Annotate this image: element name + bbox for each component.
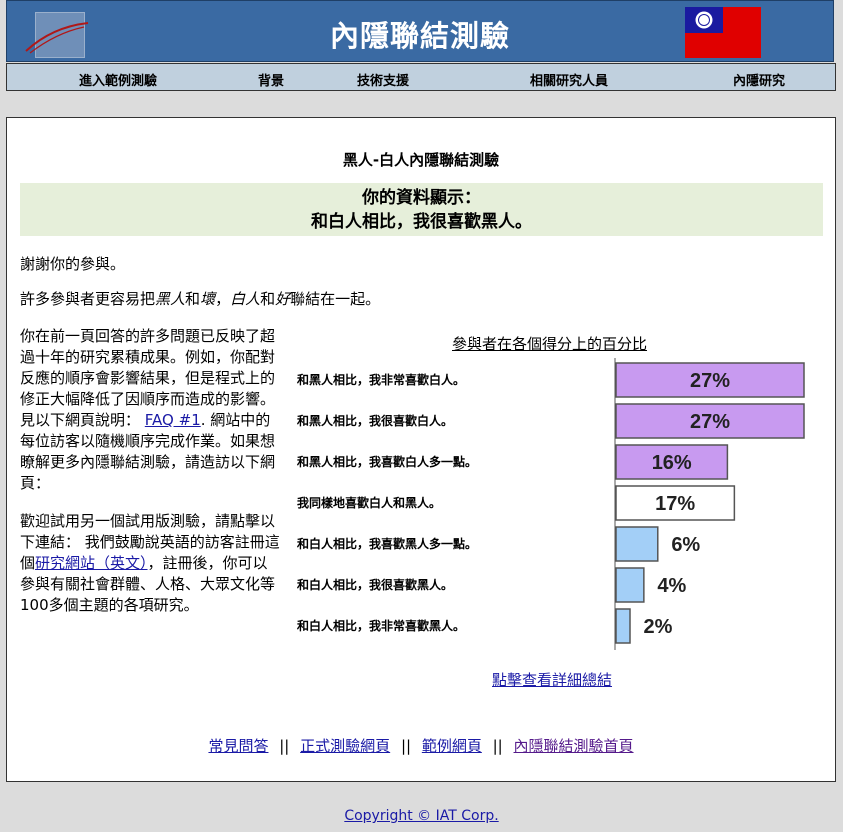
chart-category-label: 和黑人相比，我喜歡白人多一點。: [296, 454, 477, 469]
footer-official-test-link[interactable]: 正式測驗網頁: [300, 737, 390, 755]
nav-item-implicit-research[interactable]: 內隱研究: [733, 70, 785, 89]
footer-sample-page-link[interactable]: 範例網頁: [422, 737, 482, 755]
view-details-link[interactable]: 點擊查看詳細總結: [492, 669, 612, 690]
chart-value-label: 2%: [644, 616, 673, 638]
chart-category-label: 和白人相比，我非常喜歡黑人。: [296, 618, 465, 633]
nav-item-researchers[interactable]: 相關研究人員: [530, 70, 608, 89]
chart-category-label: 和白人相比，我喜歡黑人多一點。: [296, 536, 477, 551]
chart-value-label: 27%: [690, 411, 730, 433]
association-text: 許多參與者更容易把黑人和壞，白人和好聯結在一起。: [20, 290, 381, 308]
result-statement: 和白人相比，我很喜歡黑人。: [311, 212, 532, 232]
result-box: 你的資料顯示： 和白人相比，我很喜歡黑人。: [20, 183, 823, 236]
footer-links: 常見問答 || 正式測驗網頁 || 範例網頁 || 內隱聯結測驗首頁: [7, 735, 835, 756]
copyright: Copyright © IAT Corp.: [0, 808, 843, 824]
footer-separator: ||: [400, 737, 412, 755]
research-paragraph: 你在前一頁回答的許多問題已反映了超過十年的研究累積成果。例如，你配對反應的順序會…: [20, 327, 276, 492]
chart-category-label: 和黑人相比，我很喜歡白人。: [296, 413, 453, 428]
site-header: 內隱聯結測驗: [6, 0, 834, 62]
chart-category-label: 我同樣地喜歡白人和黑人。: [297, 495, 441, 510]
research-site-link[interactable]: 研究網站（英文）: [35, 554, 148, 572]
chart-category-label: 和白人相比，我很喜歡黑人。: [296, 577, 453, 592]
chart-title: 參與者在各個得分上的百分比: [452, 335, 648, 353]
faq1-link[interactable]: FAQ #1: [145, 411, 201, 429]
taiwan-flag-icon: [685, 7, 761, 58]
nav-bar: 進入範例測驗 背景 技術支援 相關研究人員 內隱研究: [6, 63, 836, 91]
chart-category-label: 和黑人相比，我非常喜歡白人。: [296, 372, 465, 387]
nav-item-tech-support[interactable]: 技術支援: [357, 70, 409, 89]
footer-iat-home-link[interactable]: 內隱聯結測驗首頁: [514, 737, 634, 755]
result-heading: 你的資料顯示：: [362, 188, 481, 208]
results-bar-chart: 和黑人相比，我非常喜歡白人。 27% 和黑人相比，我很喜歡白人。 27% 和黑人相比，我…: [296, 358, 805, 650]
chart-value-label: 17%: [655, 493, 695, 515]
footer-faq-link[interactable]: 常見問答: [208, 737, 268, 755]
main-panel: 黑人-白人內隱聯結測驗 你的資料顯示： 和白人相比，我很喜歡黑人。 謝謝你的參與…: [6, 117, 836, 782]
chart-value-label: 27%: [690, 370, 730, 392]
registration-paragraph: 歡迎試用另一個試用版測驗，請點擊以下連結： 我們鼓勵說英語的訪客註冊這個研究網站…: [20, 512, 280, 614]
thanks-text: 謝謝你的參與。: [20, 255, 126, 273]
copyright-link[interactable]: Copyright © IAT Corp.: [344, 808, 498, 824]
chart-value-label: 16%: [652, 452, 692, 474]
chart-value-label: 6%: [671, 534, 700, 556]
chart-value-label: 4%: [657, 575, 686, 597]
chart-bar: [615, 526, 659, 562]
footer-separator: ||: [279, 737, 290, 755]
footer-separator: ||: [492, 737, 503, 755]
chart-bar: [615, 567, 645, 603]
chart-bar: [615, 608, 631, 644]
nav-item-background[interactable]: 背景: [258, 70, 284, 89]
nav-item-sample-test[interactable]: 進入範例測驗: [79, 70, 157, 89]
test-title: 黑人-白人內隱聯結測驗: [342, 151, 500, 169]
